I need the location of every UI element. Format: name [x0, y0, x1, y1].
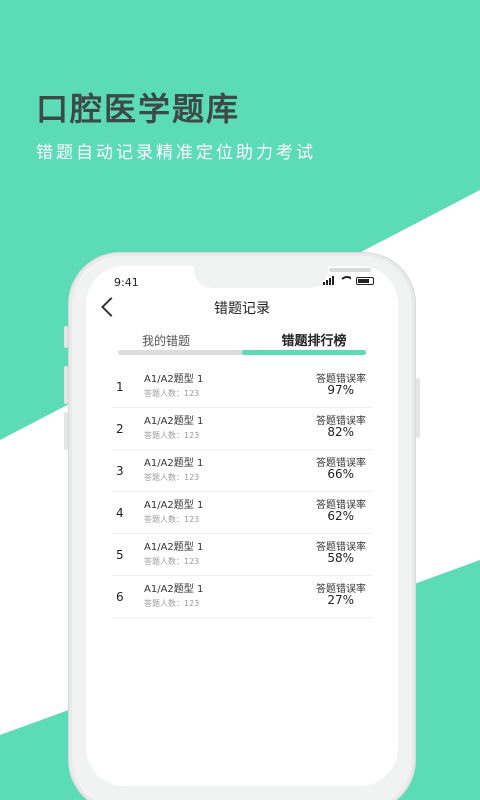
status-time: 9:41	[114, 276, 139, 289]
rank-number: 4	[116, 506, 124, 520]
list-item[interactable]: 4 A1/A2题型 1 答题人数：123 答题错误率 62%	[112, 492, 372, 534]
phone-side-button	[64, 326, 68, 348]
error-rate-value: 27%	[327, 593, 354, 607]
phone-screen: 9:41 错题记录 我的错题 错题排行榜 1 A1/A2题型 1 答题人数：12…	[86, 266, 398, 786]
tab-my-mistakes[interactable]: 我的错题	[126, 332, 206, 349]
battery-icon	[356, 276, 374, 285]
tab-mistake-ranking[interactable]: 错题排行榜	[264, 330, 364, 349]
rank-number: 2	[116, 422, 124, 436]
answer-count: 答题人数：123	[144, 515, 200, 524]
wifi-icon	[339, 276, 351, 285]
list-item[interactable]: 6 A1/A2题型 1 答题人数：123 答题错误率 27%	[112, 576, 372, 618]
tab-indicator-track	[118, 350, 366, 355]
list-item[interactable]: 5 A1/A2题型 1 答题人数：123 答题错误率 58%	[112, 534, 372, 576]
rank-number: 5	[116, 548, 124, 562]
list-item[interactable]: 1 A1/A2题型 1 答题人数：123 答题错误率 97%	[112, 366, 372, 408]
camera-icon	[384, 267, 391, 274]
ranking-list: 1 A1/A2题型 1 答题人数：123 答题错误率 97% 2 A1/A2题型…	[112, 366, 372, 618]
list-item[interactable]: 3 A1/A2题型 1 答题人数：123 答题错误率 66%	[112, 450, 372, 492]
status-icons	[323, 276, 374, 285]
question-type: A1/A2题型 1	[144, 584, 204, 595]
answer-count: 答题人数：123	[144, 431, 200, 440]
rank-number: 6	[116, 590, 124, 604]
question-type: A1/A2题型 1	[144, 458, 204, 469]
error-rate-value: 58%	[327, 551, 354, 565]
answer-count: 答题人数：123	[144, 389, 200, 398]
rank-number: 1	[116, 380, 124, 394]
error-rate-value: 82%	[327, 425, 354, 439]
tab-indicator-active	[242, 350, 366, 355]
phone-notch	[194, 266, 391, 288]
answer-count: 答题人数：123	[144, 473, 200, 482]
question-type: A1/A2题型 1	[144, 500, 204, 511]
page-title: 错题记录	[214, 301, 270, 317]
answer-count: 答题人数：123	[144, 599, 200, 608]
phone-volume-down-button	[64, 412, 68, 450]
error-rate-value: 62%	[327, 509, 354, 523]
question-type: A1/A2题型 1	[144, 374, 204, 385]
phone-volume-up-button	[64, 366, 68, 404]
signal-icon	[323, 276, 334, 285]
question-type: A1/A2题型 1	[144, 416, 204, 427]
error-rate-value: 66%	[327, 467, 354, 481]
rank-number: 3	[116, 464, 124, 478]
error-rate-value: 97%	[327, 383, 354, 397]
hero-title: 口腔医学题库	[36, 90, 241, 128]
speaker-grille	[329, 268, 371, 272]
hero-subtitle: 错题自动记录精准定位助力考试	[36, 143, 316, 163]
phone-power-button	[416, 378, 420, 438]
list-item[interactable]: 2 A1/A2题型 1 答题人数：123 答题错误率 82%	[112, 408, 372, 450]
answer-count: 答题人数：123	[144, 557, 200, 566]
question-type: A1/A2题型 1	[144, 542, 204, 553]
